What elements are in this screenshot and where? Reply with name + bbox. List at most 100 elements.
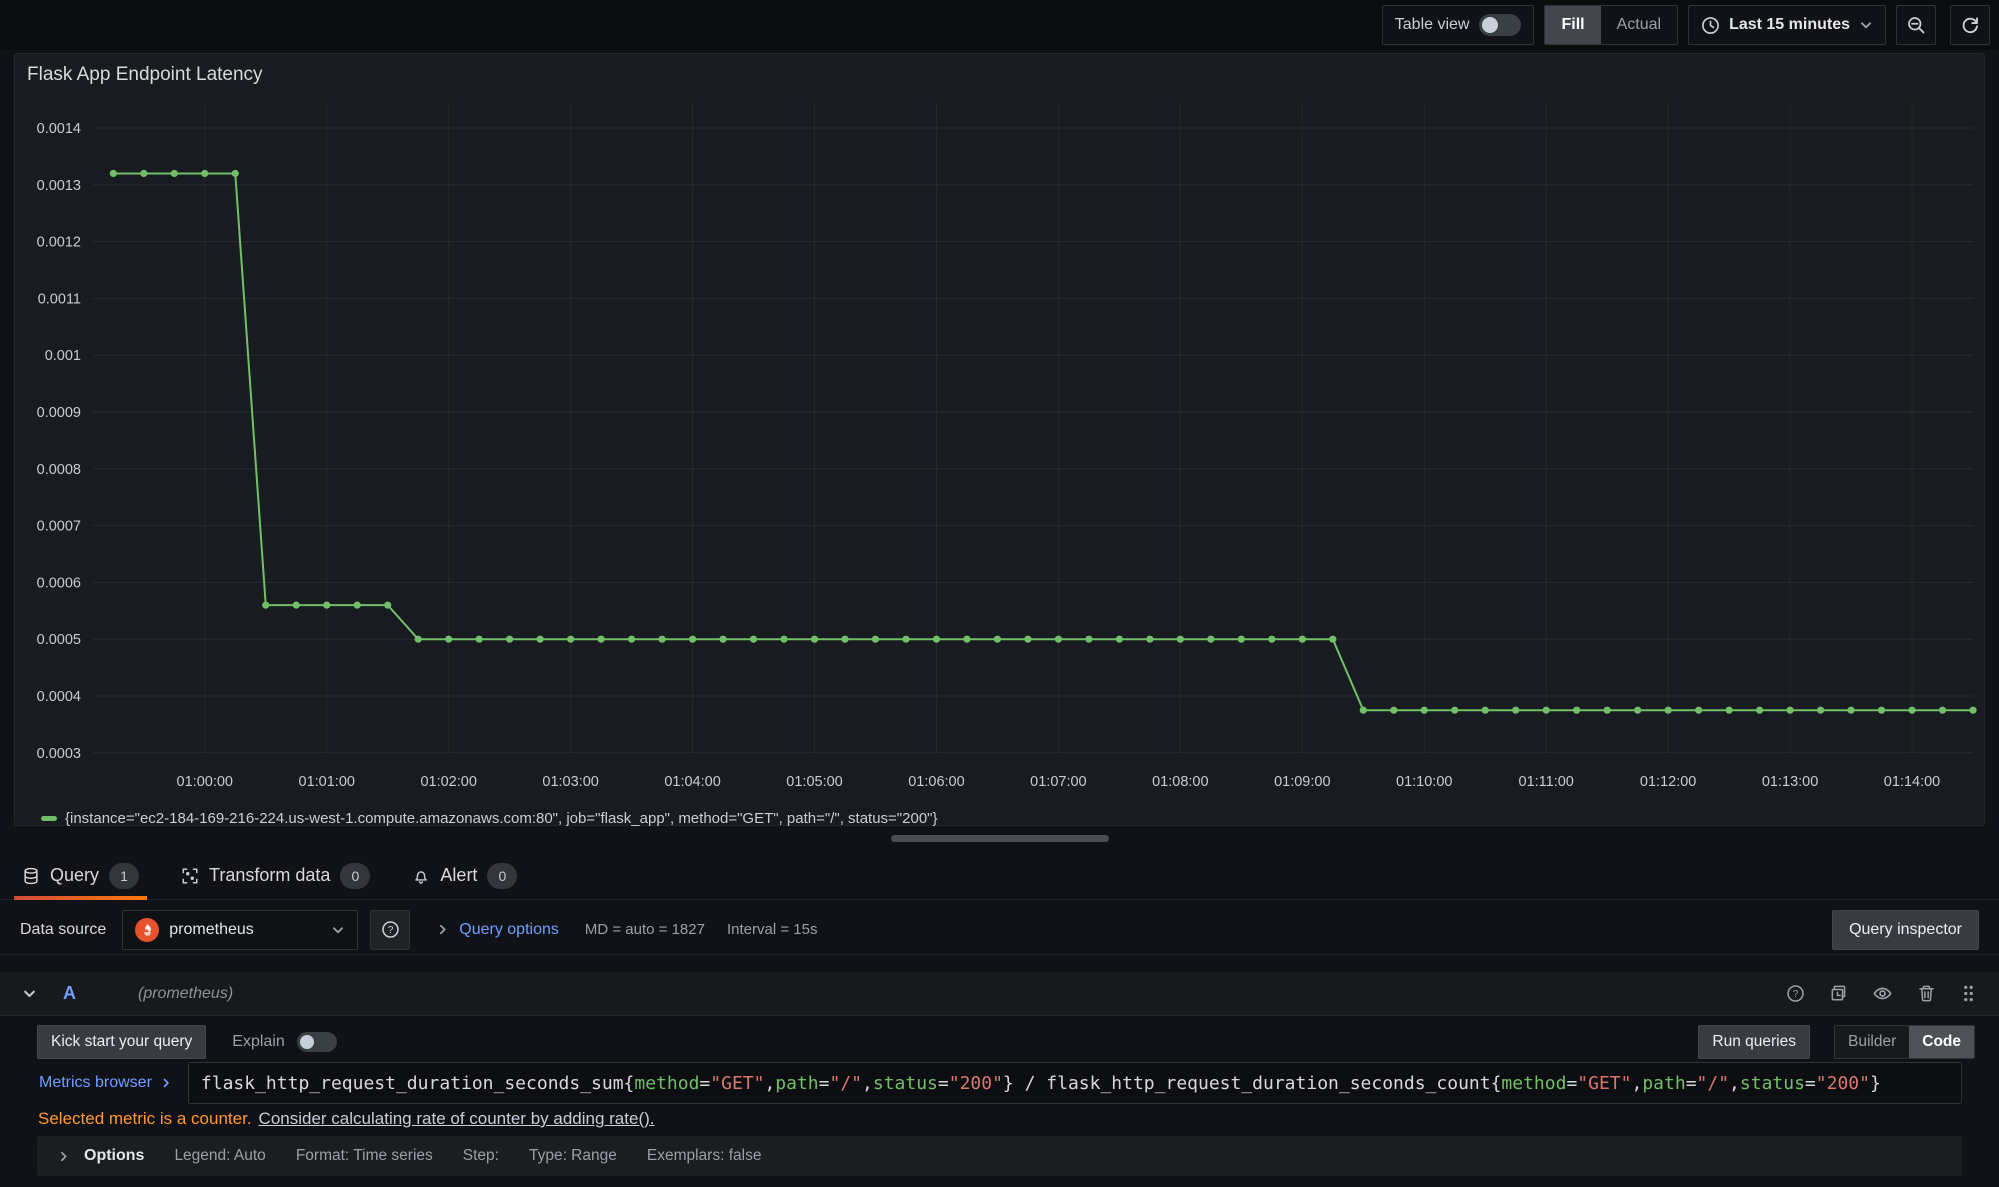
- series-point: [689, 636, 696, 643]
- series-point: [1360, 707, 1367, 714]
- option-format: Format: Time series: [296, 1147, 433, 1165]
- drag-handle-grip-icon[interactable]: [1960, 984, 1977, 1003]
- tab-query-count: 1: [109, 863, 139, 889]
- series-point: [811, 636, 818, 643]
- x-tick-label: 01:04:00: [664, 774, 720, 790]
- collapse-chevron-icon[interactable]: [22, 986, 37, 1001]
- query-refid[interactable]: A: [63, 983, 76, 1004]
- y-tick-label: 0.001: [45, 348, 81, 364]
- series-point: [1207, 636, 1214, 643]
- builder-mode-button[interactable]: Builder: [1835, 1026, 1909, 1058]
- pane-resize-handle[interactable]: [891, 835, 1109, 842]
- tab-alert[interactable]: Alert 0: [408, 852, 521, 900]
- series-point: [1482, 707, 1489, 714]
- y-tick-label: 0.0007: [37, 519, 81, 535]
- kick-start-query-button[interactable]: Kick start your query: [37, 1025, 206, 1059]
- run-queries-button[interactable]: Run queries: [1698, 1025, 1810, 1059]
- series-point: [963, 636, 970, 643]
- x-tick-label: 01:00:00: [177, 774, 233, 790]
- query-inspector-button[interactable]: Query inspector: [1832, 910, 1979, 950]
- y-tick-label: 0.0009: [37, 405, 81, 421]
- x-tick-label: 01:11:00: [1519, 774, 1574, 790]
- series-point: [598, 636, 605, 643]
- actual-button[interactable]: Actual: [1601, 6, 1677, 44]
- max-data-points-text: MD = auto = 1827: [585, 921, 705, 938]
- refresh-button[interactable]: [1950, 5, 1990, 45]
- x-tick-label: 01:07:00: [1030, 774, 1086, 790]
- datasource-help-button[interactable]: ?: [370, 910, 410, 950]
- y-tick-label: 0.0012: [37, 235, 81, 251]
- timeseries-panel: Flask App Endpoint Latency 0.00140.00130…: [14, 53, 1985, 826]
- series-point: [1177, 636, 1184, 643]
- x-tick-label: 01:13:00: [1762, 774, 1818, 790]
- code-mode-button[interactable]: Code: [1909, 1026, 1974, 1058]
- hide-response-eye-icon[interactable]: [1872, 983, 1893, 1004]
- series-point: [110, 170, 117, 177]
- chevron-down-icon: [331, 923, 345, 937]
- series-point: [384, 602, 391, 609]
- series-point: [567, 636, 574, 643]
- datasource-picker[interactable]: prometheus: [122, 910, 358, 950]
- series-point: [933, 636, 940, 643]
- series-point: [262, 602, 269, 609]
- explain-group: Explain: [232, 1032, 336, 1052]
- query-row-actions: ?: [1786, 983, 1977, 1004]
- expr-token: "200": [949, 1073, 1003, 1094]
- series-point: [750, 636, 757, 643]
- x-tick-label: 01:14:00: [1884, 774, 1940, 790]
- time-range-picker[interactable]: Last 15 minutes: [1688, 5, 1886, 45]
- query-row-header[interactable]: A (prometheus) ?: [0, 972, 1999, 1016]
- series-point: [1451, 707, 1458, 714]
- series-point: [201, 170, 208, 177]
- edit-pane-tabs: Query 1 Transform data 0 Alert 0: [0, 852, 1999, 900]
- series-point: [719, 636, 726, 643]
- tab-transform-data[interactable]: Transform data 0: [177, 852, 374, 900]
- query-editor-toolbar: Kick start your query Explain Run querie…: [0, 1022, 1999, 1062]
- warning-text: Selected metric is a counter.: [38, 1109, 252, 1129]
- series-point: [658, 636, 665, 643]
- fill-actual-segmented: Fill Actual: [1544, 5, 1678, 45]
- y-tick-label: 0.0006: [37, 575, 81, 591]
- series-point: [232, 170, 239, 177]
- expr-token: flask_http_request_duration_seconds_sum{: [201, 1073, 634, 1094]
- add-rate-link[interactable]: Consider calculating rate of counter by …: [259, 1109, 655, 1129]
- series-point: [1268, 636, 1275, 643]
- latency-chart[interactable]: 0.00140.00130.00120.00110.0010.00090.000…: [15, 84, 1986, 802]
- expr-token: ,: [1631, 1073, 1642, 1094]
- fill-button[interactable]: Fill: [1545, 6, 1600, 44]
- series-point: [1908, 707, 1915, 714]
- series-point: [1878, 707, 1885, 714]
- y-tick-label: 0.0008: [37, 462, 81, 478]
- prometheus-icon: [135, 918, 159, 942]
- legend-series-swatch: [41, 816, 57, 821]
- y-tick-label: 0.0004: [37, 689, 81, 705]
- expr-token: =: [1686, 1073, 1697, 1094]
- option-type: Type: Range: [529, 1147, 617, 1165]
- metrics-browser-toggle[interactable]: Metrics browser: [37, 1062, 188, 1104]
- series-point: [872, 636, 879, 643]
- tab-query[interactable]: Query 1: [18, 852, 143, 900]
- zoom-out-button[interactable]: [1896, 5, 1936, 45]
- series-point: [1573, 707, 1580, 714]
- series-point: [1146, 636, 1153, 643]
- expr-token: ,: [1729, 1073, 1740, 1094]
- y-tick-label: 0.0003: [37, 746, 81, 762]
- series-point: [1543, 707, 1550, 714]
- options-toggle[interactable]: Options: [57, 1147, 144, 1165]
- series-point: [1786, 707, 1793, 714]
- promql-expression-input[interactable]: flask_http_request_duration_seconds_sum{…: [188, 1062, 1962, 1104]
- series-point: [171, 170, 178, 177]
- table-view-toggle[interactable]: [1479, 14, 1521, 36]
- expr-token: ,: [764, 1073, 775, 1094]
- duplicate-query-icon[interactable]: [1829, 984, 1848, 1003]
- series-point: [1695, 707, 1702, 714]
- series-point: [1024, 636, 1031, 643]
- series-point: [628, 636, 635, 643]
- query-options-toggle[interactable]: Query options: [436, 921, 559, 939]
- help-icon[interactable]: ?: [1786, 984, 1805, 1003]
- toggle-knob: [300, 1035, 314, 1049]
- legend-series-label[interactable]: {instance="ec2-184-169-216-224.us-west-1…: [65, 810, 938, 827]
- series-point: [1390, 707, 1397, 714]
- remove-query-trash-icon[interactable]: [1917, 984, 1936, 1003]
- explain-toggle[interactable]: [297, 1032, 337, 1052]
